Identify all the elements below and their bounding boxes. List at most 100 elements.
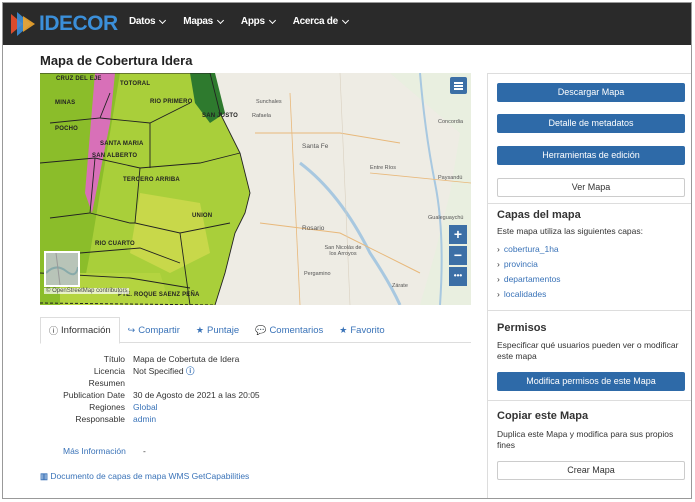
layer-name: cobertura_1ha: [503, 244, 559, 254]
city-san-nicolas: San Nicolás de los Arroyos: [324, 245, 362, 257]
nav-acerca-de[interactable]: Acerca de: [292, 16, 349, 27]
navbar: IDECOR Datos Mapas Apps Acerca de: [3, 3, 691, 45]
logo-text: IDECOR: [39, 12, 118, 35]
app-frame: IDECOR Datos Mapas Apps Acerca de Mapa d…: [2, 2, 692, 499]
info-value: Mapa de Cobertuta de Idera: [133, 354, 240, 364]
info-key: Responsable: [75, 414, 125, 424]
chevron-down-icon: [216, 16, 224, 24]
divider: [488, 400, 691, 401]
map-label-san-alberto: SAN ALBERTO: [92, 153, 138, 159]
divider: [488, 203, 691, 204]
layer-name: localidades: [503, 289, 547, 299]
info-row-licencia: Licencia Not Specified ⓘ: [40, 365, 471, 377]
map-attribution: © OpenStreetMap contributors: [44, 288, 130, 294]
detail-tabs: ⓘ Información ↪ Compartir ★ Puntaje 💬 Coment…: [40, 317, 471, 344]
divider: [488, 310, 691, 311]
tab-comentarios-label: Comentarios: [269, 324, 324, 336]
layers-text: Este mapa utiliza las siguientes capas:: [497, 226, 643, 236]
nav-apps-label: Apps: [240, 16, 265, 27]
create-map-button[interactable]: Crear Mapa: [497, 461, 685, 480]
wms-capabilities-link[interactable]: ▥ Documento de capas de mapa WMS GetCapa…: [40, 471, 249, 482]
basemap-switcher[interactable]: [44, 251, 80, 287]
info-key: Resumen: [88, 378, 125, 388]
tab-puntaje[interactable]: ★ Puntaje: [188, 317, 247, 343]
map-menu-button[interactable]: [450, 77, 467, 94]
logo[interactable]: IDECOR: [9, 9, 118, 39]
info-value: 30 de Agosto de 2021 a las 20:05: [133, 390, 260, 400]
info-circle-icon[interactable]: ⓘ: [186, 366, 195, 376]
layer-link-cobertura[interactable]: › cobertura_1ha: [497, 244, 559, 254]
map-label-san-justo: SAN JUSTO: [202, 113, 239, 119]
copy-map-text: Duplica este Mapa y modifica para sus pr…: [497, 429, 674, 450]
map-info-table: Título Mapa de Cobertuta de Idera Licenci…: [40, 353, 471, 425]
info-row-regiones: Regiones Global: [40, 401, 471, 413]
tab-compartir-label: Compartir: [138, 324, 180, 336]
tab-informacion[interactable]: ⓘ Información: [40, 317, 120, 344]
map-label-santa-maria: SANTA MARIA: [100, 141, 144, 147]
city-gualeguaychu: Gualeguaychú: [428, 215, 464, 221]
map-viewer[interactable]: CRUZ DEL EJE TOTORAL RIO PRIMERO MINAS S…: [40, 73, 471, 305]
info-row-publication-date: Publication Date 30 de Agosto de 2021 a l…: [40, 389, 471, 401]
edit-tools-button[interactable]: Herramientas de edición: [497, 146, 685, 165]
region-link[interactable]: Global: [133, 401, 158, 413]
info-key: Título: [103, 354, 125, 364]
city-santa-fe: Santa Fe: [302, 143, 329, 150]
sidebar: Descargar Mapa Detalle de metadatos Herr…: [487, 73, 691, 498]
map-label-tercero-arriba: TERCERO ARRIBA: [123, 177, 180, 183]
chevron-down-icon: [268, 16, 276, 24]
info-key: Publication Date: [63, 390, 125, 400]
nav-mapas-label: Mapas: [183, 16, 213, 27]
city-concordia: Concordia: [438, 119, 464, 125]
chevron-down-icon: [341, 16, 349, 24]
tab-compartir[interactable]: ↪ Compartir: [120, 317, 188, 343]
comment-icon: 💬: [255, 324, 267, 335]
info-key: Licencia: [93, 366, 125, 376]
layer-link-departamentos[interactable]: › departamentos: [497, 274, 561, 284]
city-paysandu: Paysandú: [438, 175, 463, 181]
map-label-roque-saenz-pena: PTE. ROQUE SAENZ PEÑA: [118, 292, 200, 298]
layer-name: provincia: [503, 259, 538, 269]
info-key: Regiones: [89, 402, 125, 412]
share-icon: ↪: [127, 324, 136, 335]
info-value: Not Specified ⓘ: [133, 365, 194, 377]
map-canvas[interactable]: [40, 73, 471, 305]
chevron-down-icon: [159, 16, 167, 24]
city-pergamino: Pergamino: [304, 271, 331, 277]
tab-favorito-label: Favorito: [350, 324, 385, 336]
nav-acerca-de-label: Acerca de: [292, 16, 338, 27]
modify-permissions-button[interactable]: Modifica permisos de este Mapa: [497, 372, 685, 391]
zoom-in-button[interactable]: +: [449, 225, 467, 244]
tab-comentarios[interactable]: 💬 Comentarios: [247, 317, 331, 343]
zoom-out-button[interactable]: −: [449, 246, 467, 265]
logo-mark-icon: [9, 10, 37, 38]
map-label-pocho: POCHO: [55, 126, 79, 132]
map-more-button[interactable]: •••: [449, 267, 467, 286]
map-label-union: UNION: [192, 213, 213, 219]
view-map-button[interactable]: Ver Mapa: [497, 178, 685, 197]
layer-link-provincia[interactable]: › provincia: [497, 259, 538, 269]
layer-link-localidades[interactable]: › localidades: [497, 289, 546, 299]
star-icon: ★: [195, 324, 204, 335]
more-info-value: -: [143, 446, 146, 456]
map-icon: ▥: [40, 471, 49, 481]
tab-favorito[interactable]: ★ Favorito: [331, 317, 392, 343]
download-map-button[interactable]: Descargar Mapa: [497, 83, 685, 102]
star-icon: ★: [339, 324, 348, 335]
layers-title: Capas del mapa: [497, 209, 581, 221]
map-label-minas: MINAS: [55, 100, 76, 106]
wms-link-label: Documento de capas de mapa WMS GetCapabi…: [50, 471, 250, 481]
info-row-resumen: Resumen: [40, 377, 471, 389]
main-nav: Datos Mapas Apps Acerca de: [129, 16, 366, 27]
nav-datos[interactable]: Datos: [129, 16, 167, 27]
city-entre-rios: Entre Ríos: [370, 165, 396, 171]
city-sunchales: Sunchales: [256, 99, 282, 105]
metadata-detail-button[interactable]: Detalle de metadatos: [497, 114, 685, 133]
nav-mapas[interactable]: Mapas: [183, 16, 224, 27]
chevron-right-icon: ›: [497, 259, 500, 269]
map-label-rio-cuarto: RIO CUARTO: [95, 241, 135, 247]
info-icon: ⓘ: [49, 326, 59, 336]
nav-apps[interactable]: Apps: [240, 16, 276, 27]
info-row-titulo: Título Mapa de Cobertuta de Idera: [40, 353, 471, 365]
owner-link[interactable]: admin: [133, 413, 156, 425]
more-info-link[interactable]: Más Información: [63, 446, 126, 456]
